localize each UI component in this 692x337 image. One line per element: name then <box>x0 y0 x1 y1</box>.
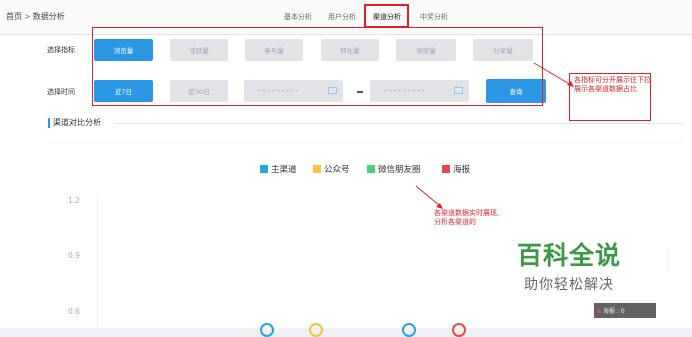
annotation-note-text: 各指标可分开展示往下拉展示各渠道数据占比 <box>574 76 651 93</box>
watermark-subtitle: 助你轻松解决 <box>524 277 614 293</box>
indicator-label: 选择指标 <box>47 46 75 54</box>
y-tick: 0.9 <box>68 251 80 260</box>
legend-swatch <box>313 165 321 173</box>
y-tick: 0.6 <box>68 307 80 316</box>
legend-item-poster[interactable]: 海报 <box>442 163 470 175</box>
annotation-indicator-box <box>92 27 543 106</box>
tooltip-label: 海报 : 0 <box>603 308 625 315</box>
tab-basic-analysis[interactable]: 基本分析 <box>284 12 312 22</box>
legend-swatch <box>260 165 268 173</box>
annotation-chart-line1: 各渠道数据实时展现, <box>434 209 500 217</box>
breadcrumb: 首页 > 数据分析 <box>6 11 65 22</box>
legend-label: 公众号 <box>324 165 350 175</box>
legend-label: 主渠道 <box>271 165 297 175</box>
section-accent-bar <box>48 118 50 128</box>
legend-swatch <box>367 165 375 173</box>
pie-chart-official-account[interactable] <box>309 323 323 337</box>
time-label: 选择时间 <box>47 88 75 96</box>
tooltip-color-dot <box>597 308 601 313</box>
section-divider <box>114 123 684 124</box>
legend-item-moments[interactable]: 微信朋友圈 <box>367 163 421 175</box>
chart-tooltip: 海报 : 0 <box>594 303 656 318</box>
pie-chart-moments[interactable] <box>402 323 416 337</box>
annotation-chart-line2: 分析各渠道的 <box>434 217 476 226</box>
y-axis-line <box>97 195 98 328</box>
plot-edge <box>668 250 669 272</box>
tab-prize-analysis[interactable]: 中奖分析 <box>420 12 448 22</box>
pie-chart-poster[interactable] <box>452 323 466 337</box>
annotation-highlight-box <box>364 4 409 28</box>
tab-user-analysis[interactable]: 用户分析 <box>328 12 356 22</box>
legend-label: 海报 <box>453 165 471 175</box>
legend-swatch <box>442 165 450 173</box>
section-title: 渠道对比分析 <box>53 118 101 127</box>
legend-item-main-channel[interactable]: 主渠道 <box>260 163 297 175</box>
legend-item-official-account[interactable]: 公众号 <box>313 163 350 175</box>
legend-label: 微信朋友圈 <box>378 165 421 175</box>
pie-chart-main-channel[interactable] <box>260 323 274 337</box>
annotation-chart-note: 各渠道数据实时展现, 分析各渠道的 <box>434 209 499 226</box>
breadcrumb-current: 数据分析 <box>32 12 65 21</box>
breadcrumb-home[interactable]: 首页 <box>6 12 22 21</box>
y-tick: 1.2 <box>68 196 80 205</box>
watermark-title: 百科全说 <box>517 241 622 270</box>
breadcrumb-separator: > <box>24 12 31 21</box>
